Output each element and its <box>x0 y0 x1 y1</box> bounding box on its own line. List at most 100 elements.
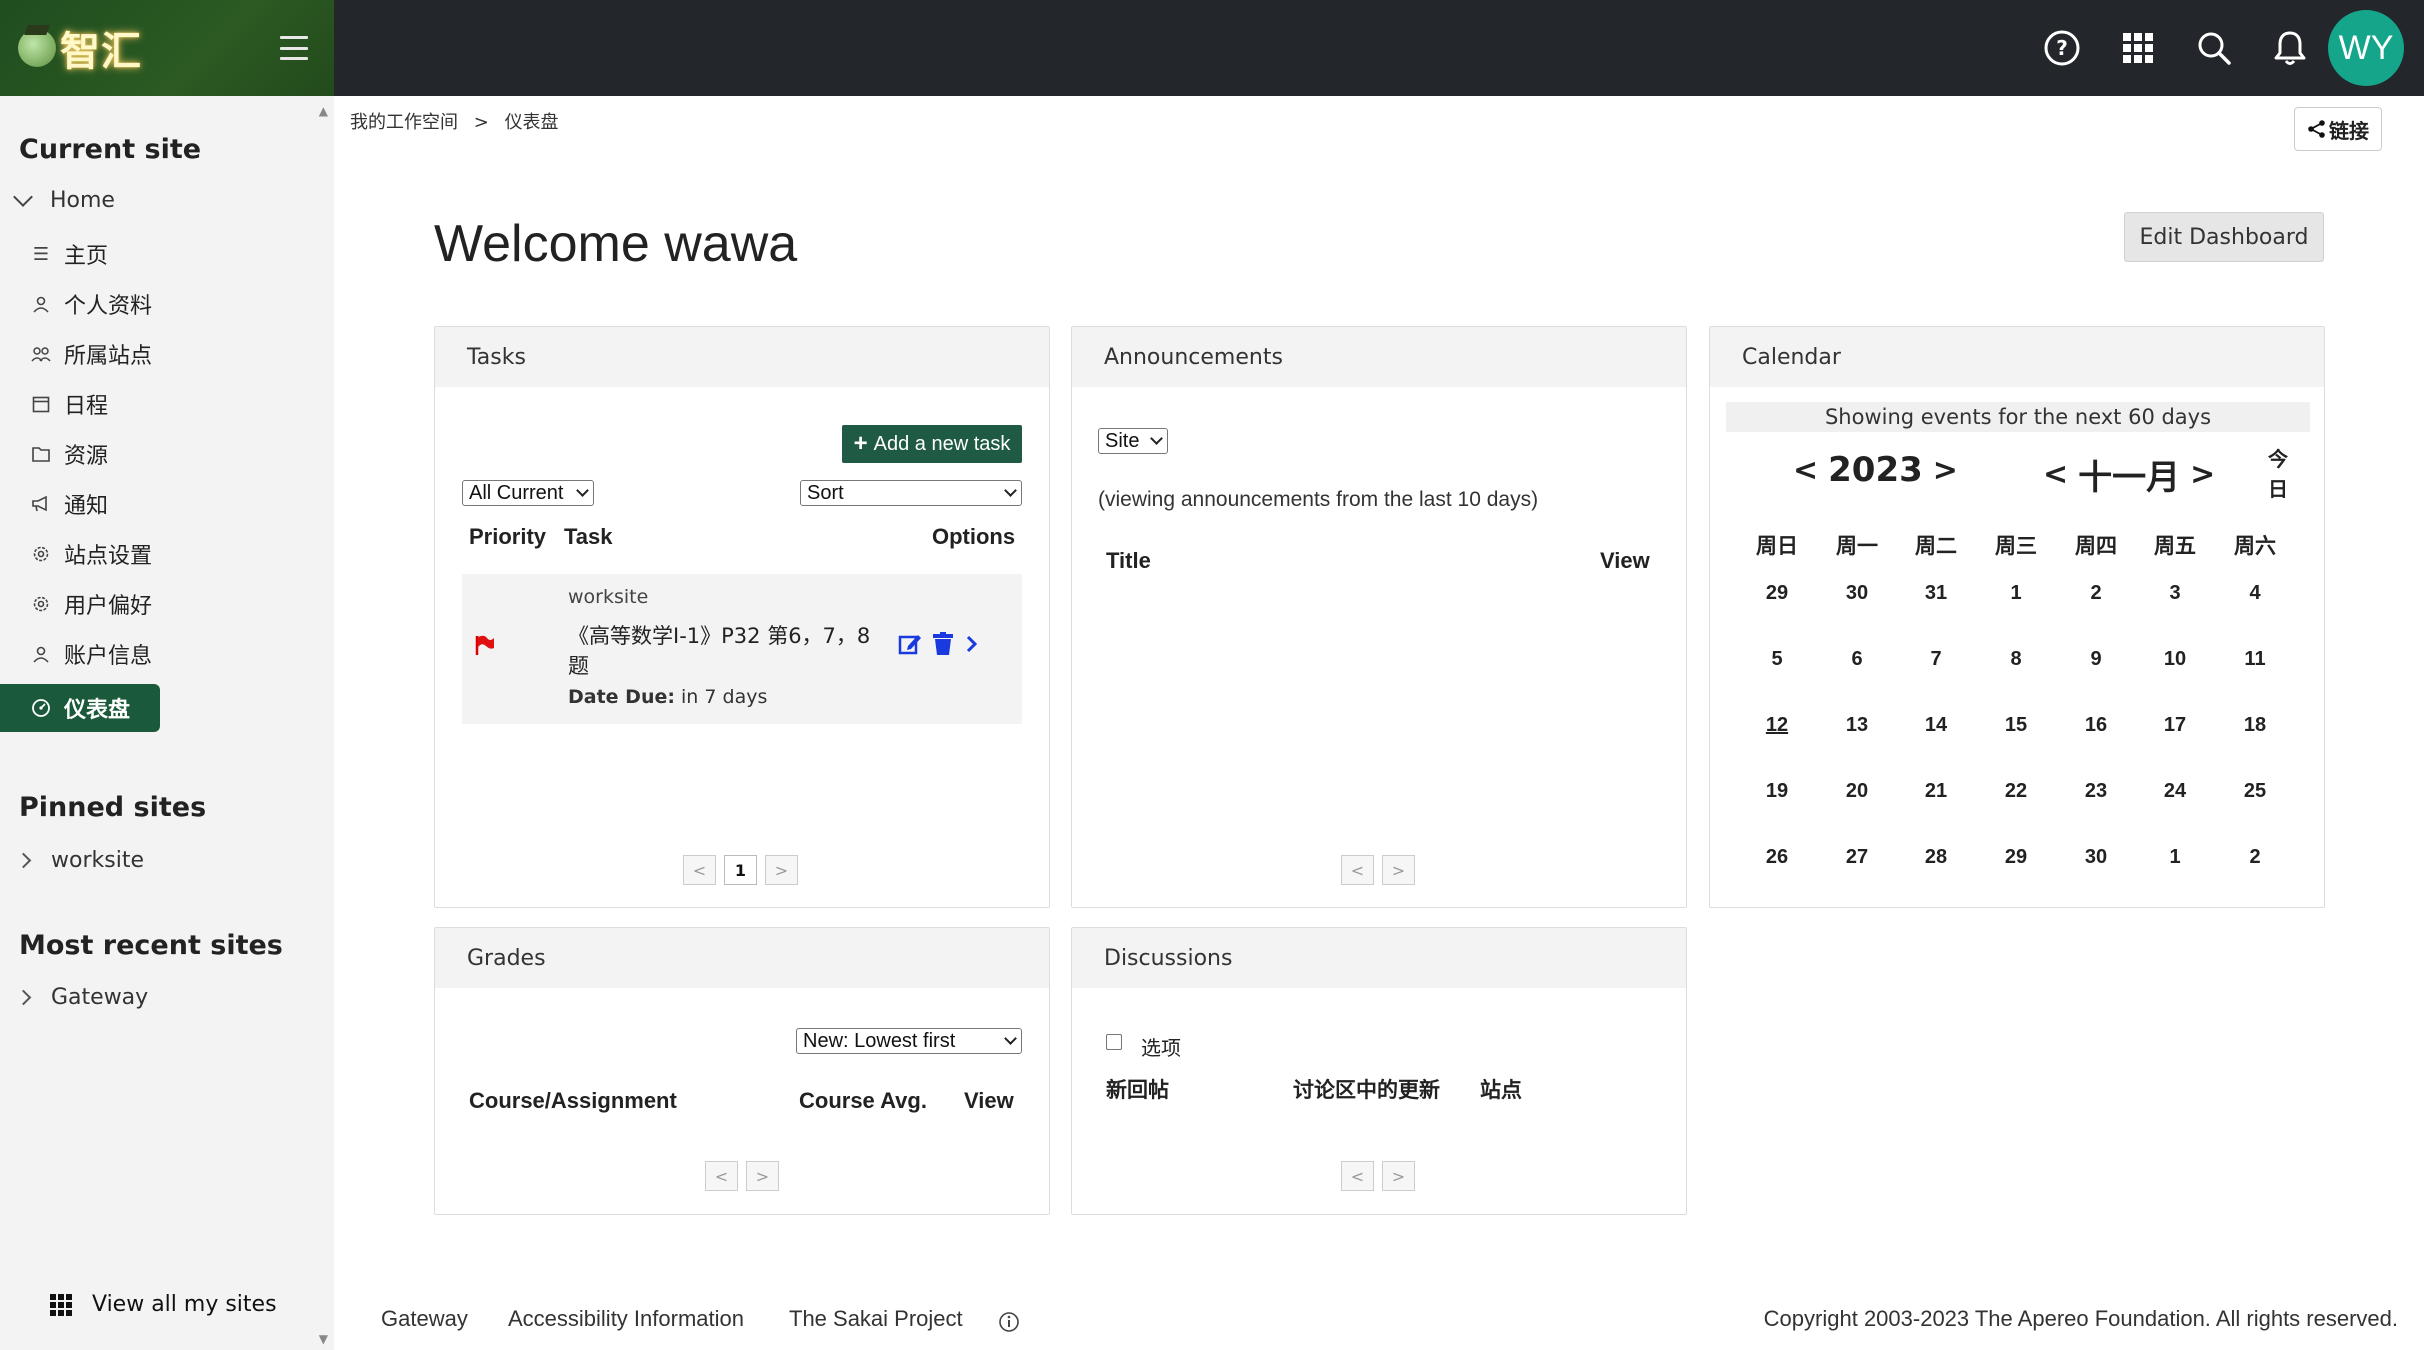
calendar-day[interactable]: 10 <box>2145 648 2205 671</box>
col-updates[interactable]: 讨论区中的更新 <box>1293 1074 1440 1104</box>
calendar-day[interactable]: 28 <box>1906 846 1966 869</box>
next-page-button[interactable]: > <box>765 855 798 885</box>
avatar[interactable]: WY <box>2328 10 2404 86</box>
calendar-day[interactable]: 8 <box>1986 648 2046 671</box>
calendar-day[interactable]: 19 <box>1747 780 1807 803</box>
sidebar-item-profile[interactable]: 个人资料 <box>30 282 310 326</box>
calendar-day[interactable]: 2 <box>2225 846 2285 869</box>
today-button[interactable]: 今 日 <box>2266 444 2290 504</box>
calendar-day[interactable]: 29 <box>1986 846 2046 869</box>
calendar-day[interactable]: 24 <box>2145 780 2205 803</box>
calendar-day[interactable]: 29 <box>1747 582 1807 605</box>
calendar-day[interactable]: 14 <box>1906 714 1966 737</box>
prev-page-button[interactable]: < <box>1341 1161 1374 1191</box>
scroll-down-icon[interactable]: ▼ <box>319 1332 328 1346</box>
calendar-day[interactable]: 7 <box>1906 648 1966 671</box>
breadcrumb-workspace[interactable]: 我的工作空间 <box>350 112 458 133</box>
next-year-button[interactable]: > <box>1933 453 1958 488</box>
sidebar-item-resources[interactable]: 资源 <box>30 432 310 476</box>
task-title-line2[interactable]: 题 <box>568 650 589 680</box>
logo[interactable]: 智汇 <box>18 20 148 76</box>
sidebar-item-announcements[interactable]: 通知 <box>30 482 310 526</box>
scroll-up-icon[interactable]: ▲ <box>319 104 328 118</box>
next-page-button[interactable]: > <box>746 1161 779 1191</box>
sidebar-item-site-settings[interactable]: 站点设置 <box>30 532 310 576</box>
chevron-right-icon[interactable] <box>964 634 980 654</box>
options-checkbox[interactable] <box>1106 1034 1122 1050</box>
grades-sort-select[interactable]: New: Lowest first <box>796 1028 1022 1054</box>
calendar-day[interactable]: 18 <box>2225 714 2285 737</box>
sidebar-item-sites[interactable]: 所属站点 <box>30 332 310 376</box>
prev-year-button[interactable]: < <box>1793 453 1818 488</box>
calendar-day[interactable]: 2 <box>2066 582 2126 605</box>
calendar-day[interactable]: 11 <box>2225 648 2285 671</box>
calendar-day[interactable]: 16 <box>2066 714 2126 737</box>
bell-icon[interactable] <box>2252 10 2328 86</box>
calendar-day[interactable]: 5 <box>1747 648 1807 671</box>
info-icon[interactable] <box>998 1311 1020 1333</box>
calendar-day[interactable]: 23 <box>2066 780 2126 803</box>
apps-grid-icon[interactable] <box>2100 10 2176 86</box>
col-course-assignment[interactable]: Course/Assignment <box>469 1088 677 1114</box>
prev-month-button[interactable]: < <box>2043 457 2068 492</box>
sidebar-item-home[interactable]: ☰ 主页 <box>30 232 310 276</box>
search-icon[interactable] <box>2176 10 2252 86</box>
footer-link-accessibility[interactable]: Accessibility Information <box>508 1306 744 1332</box>
calendar-day[interactable]: 12 <box>1747 714 1807 737</box>
page-number-button[interactable]: 1 <box>724 855 757 885</box>
recent-site-gateway[interactable]: Gateway <box>15 985 148 1010</box>
sidebar-item-preferences[interactable]: 用户偏好 <box>30 582 310 626</box>
calendar-day[interactable]: 26 <box>1747 846 1807 869</box>
help-icon[interactable]: ? <box>2024 10 2100 86</box>
calendar-day[interactable]: 31 <box>1906 582 1966 605</box>
col-new-posts[interactable]: 新回帖 <box>1106 1074 1169 1104</box>
calendar-day[interactable]: 15 <box>1986 714 2046 737</box>
calendar-day[interactable]: 6 <box>1827 648 1887 671</box>
calendar-day[interactable]: 1 <box>1986 582 2046 605</box>
col-course-avg[interactable]: Course Avg. <box>799 1088 927 1114</box>
calendar-day[interactable]: 9 <box>2066 648 2126 671</box>
col-site[interactable]: 站点 <box>1480 1074 1522 1104</box>
col-task[interactable]: Task <box>564 524 613 550</box>
calendar-day[interactable]: 3 <box>2145 582 2205 605</box>
calendar-day[interactable]: 22 <box>1986 780 2046 803</box>
prev-page-button[interactable]: < <box>705 1161 738 1191</box>
calendar-day[interactable]: 20 <box>1827 780 1887 803</box>
footer-link-gateway[interactable]: Gateway <box>381 1306 468 1332</box>
menu-toggle-icon[interactable] <box>280 36 308 60</box>
calendar-day[interactable]: 27 <box>1827 846 1887 869</box>
edit-dashboard-button[interactable]: Edit Dashboard <box>2124 212 2324 262</box>
calendar-day[interactable]: 30 <box>2066 846 2126 869</box>
view-all-sites-button[interactable]: View all my sites <box>50 1292 277 1317</box>
sidebar-item-account[interactable]: 账户信息 <box>30 632 310 676</box>
task-title-line1[interactable]: 《高等数学Ⅰ-1》P32 第6，7，8 <box>568 620 870 650</box>
footer-link-sakai[interactable]: The Sakai Project <box>789 1306 963 1332</box>
add-task-label: Add a new task <box>873 432 1011 455</box>
add-task-button[interactable]: + Add a new task <box>842 425 1022 463</box>
calendar-day[interactable]: 1 <box>2145 846 2205 869</box>
prev-page-button[interactable]: < <box>1341 855 1374 885</box>
announcements-scope-select[interactable]: Site <box>1098 428 1168 454</box>
link-button[interactable]: 链接 <box>2294 107 2382 151</box>
calendar-day[interactable]: 13 <box>1827 714 1887 737</box>
col-title[interactable]: Title <box>1106 548 1151 574</box>
next-month-button[interactable]: > <box>2190 457 2215 492</box>
pinned-site-worksite[interactable]: worksite <box>15 848 144 873</box>
next-page-button[interactable]: > <box>1382 855 1415 885</box>
calendar-day[interactable]: 30 <box>1827 582 1887 605</box>
calendar-day[interactable]: 21 <box>1906 780 1966 803</box>
sidebar-home-toggle[interactable]: Home <box>13 186 115 213</box>
calendar-day[interactable]: 17 <box>2145 714 2205 737</box>
calendar-day[interactable]: 25 <box>2225 780 2285 803</box>
calendar-day[interactable]: 4 <box>2225 582 2285 605</box>
next-page-button[interactable]: > <box>1382 1161 1415 1191</box>
edit-icon[interactable] <box>898 632 922 656</box>
tasks-filter-select[interactable]: All Current <box>462 480 594 506</box>
sidebar-item-dashboard[interactable]: 仪表盘 <box>0 684 160 732</box>
breadcrumb-dashboard[interactable]: 仪表盘 <box>505 112 559 133</box>
tasks-sort-select[interactable]: Sort <box>800 480 1022 506</box>
sidebar-item-schedule[interactable]: 日程 <box>30 382 310 426</box>
prev-page-button[interactable]: < <box>683 855 716 885</box>
trash-icon[interactable] <box>932 632 954 656</box>
col-priority[interactable]: Priority <box>469 524 546 550</box>
